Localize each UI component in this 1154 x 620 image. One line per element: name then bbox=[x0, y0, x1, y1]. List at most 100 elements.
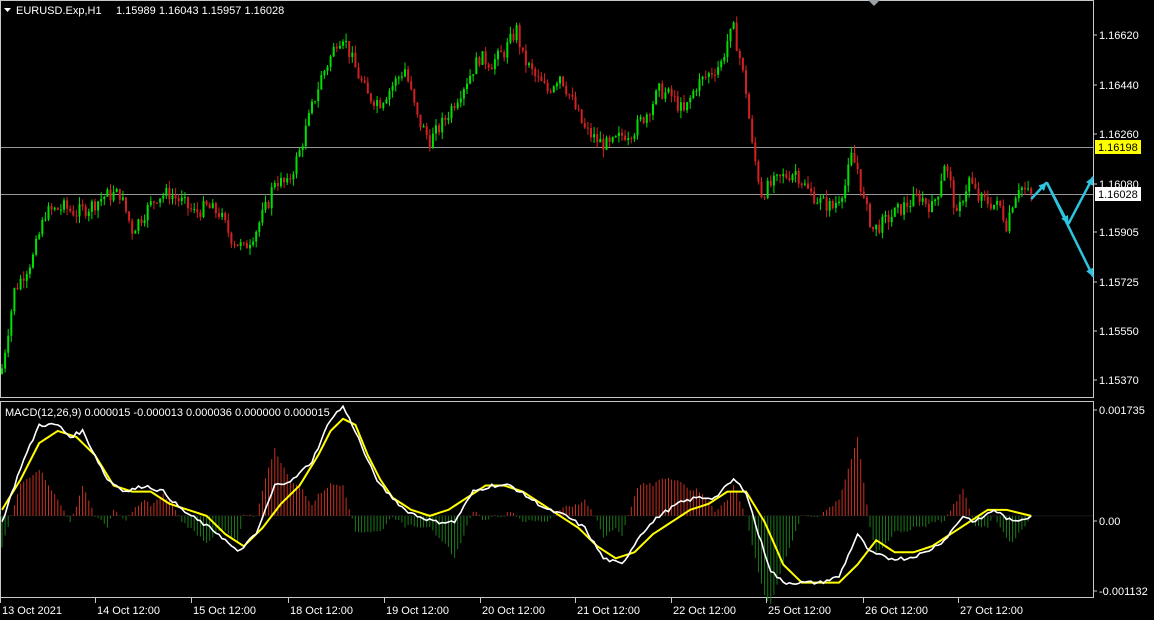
candle-body bbox=[146, 205, 149, 221]
candle-body bbox=[323, 71, 326, 76]
candle-body bbox=[276, 182, 279, 187]
time-tick-label: 20 Oct 12:00 bbox=[482, 605, 545, 617]
candle-body bbox=[807, 183, 809, 189]
candle-body bbox=[407, 69, 410, 82]
candle-body bbox=[283, 177, 286, 183]
candle-body bbox=[760, 181, 763, 198]
candle-body bbox=[887, 214, 890, 223]
candle-body bbox=[831, 201, 834, 208]
candle-body bbox=[224, 212, 227, 221]
candle-body bbox=[782, 174, 785, 177]
candle-body bbox=[565, 86, 568, 95]
candle-body bbox=[614, 136, 617, 138]
candle-body bbox=[968, 177, 971, 192]
candle-body bbox=[670, 88, 673, 97]
candle-body bbox=[652, 104, 654, 116]
candle-body bbox=[385, 99, 388, 104]
candle-body bbox=[779, 174, 782, 177]
candle-body bbox=[416, 102, 419, 115]
candle-body bbox=[314, 101, 317, 103]
candle-body bbox=[53, 207, 56, 210]
candle-body bbox=[382, 103, 385, 109]
candle-body bbox=[667, 88, 670, 93]
candle-body bbox=[974, 183, 977, 189]
candle-body bbox=[965, 191, 968, 202]
time-tick-label: 22 Oct 12:00 bbox=[673, 605, 736, 617]
macd-title: MACD(12,26,9) 0.000015 -0.000013 0.00003… bbox=[5, 407, 330, 419]
candle-body bbox=[927, 203, 930, 213]
candle-body bbox=[249, 244, 251, 249]
candle-body bbox=[810, 188, 813, 192]
candle-body bbox=[422, 126, 425, 128]
candle-body bbox=[763, 197, 766, 199]
candle-body bbox=[1005, 220, 1008, 232]
candle-body bbox=[900, 204, 902, 215]
price-tick-label: 1.16620 bbox=[1099, 30, 1139, 42]
candle-body bbox=[515, 25, 518, 41]
candle-body bbox=[748, 93, 751, 119]
candle-body bbox=[639, 117, 642, 120]
candle-body bbox=[949, 171, 952, 181]
candle-body bbox=[106, 189, 109, 197]
candle-body bbox=[1027, 188, 1030, 190]
candle-body bbox=[707, 73, 710, 77]
candle-body bbox=[717, 67, 720, 75]
candle-body bbox=[19, 278, 22, 290]
candle-body bbox=[549, 91, 552, 93]
candle-body bbox=[593, 134, 596, 138]
candle-body bbox=[875, 224, 878, 230]
candle-body bbox=[152, 201, 155, 203]
candle-body bbox=[388, 90, 391, 100]
candle-body bbox=[137, 219, 140, 231]
candle-body bbox=[958, 201, 961, 212]
candle-body bbox=[295, 156, 298, 175]
candle-body bbox=[289, 178, 292, 180]
candle-body bbox=[311, 101, 313, 113]
candle-body bbox=[1020, 187, 1023, 190]
trading-chart[interactable]: 1.166201.164401.162601.160801.159051.157… bbox=[0, 0, 1154, 620]
candle-body bbox=[13, 288, 16, 312]
candle-body bbox=[816, 202, 819, 204]
candle-body bbox=[273, 182, 276, 188]
candle-body bbox=[794, 171, 797, 175]
candle-body bbox=[258, 222, 261, 232]
candle-body bbox=[698, 79, 701, 91]
candle-body bbox=[286, 178, 289, 183]
candle-body bbox=[162, 195, 165, 199]
time-tick-label: 27 Oct 12:00 bbox=[960, 605, 1023, 617]
candle-body bbox=[149, 201, 152, 206]
candle-body bbox=[366, 82, 369, 94]
ohlc-values: 1.15989 1.16043 1.15957 1.16028 bbox=[116, 5, 284, 17]
candle-body bbox=[955, 207, 958, 212]
candle-body bbox=[4, 352, 7, 369]
candle-body bbox=[140, 219, 143, 224]
candle-body bbox=[400, 76, 403, 78]
candle-body bbox=[50, 206, 53, 210]
candle-body bbox=[940, 180, 943, 197]
candle-body bbox=[648, 114, 651, 116]
candle-body bbox=[704, 76, 707, 78]
candle-body bbox=[410, 81, 413, 90]
candle-body bbox=[862, 191, 865, 198]
candle-body bbox=[168, 187, 171, 200]
candle-body bbox=[921, 198, 924, 202]
candle-body bbox=[10, 311, 13, 336]
candle-body bbox=[320, 75, 323, 90]
candle-body bbox=[813, 191, 816, 204]
candle-body bbox=[187, 197, 189, 209]
candle-body bbox=[723, 56, 726, 62]
candle-body bbox=[180, 197, 183, 201]
candle-body bbox=[413, 89, 416, 103]
candle-body bbox=[803, 183, 806, 185]
candle-body bbox=[267, 201, 270, 209]
candle-body bbox=[772, 175, 775, 186]
price-tick-label: 1.15905 bbox=[1099, 227, 1139, 239]
candle-body bbox=[47, 206, 50, 220]
candle-body bbox=[304, 125, 307, 147]
candle-body bbox=[156, 202, 158, 204]
candle-body bbox=[847, 164, 850, 186]
candle-body bbox=[617, 132, 620, 137]
candle-body bbox=[630, 137, 633, 139]
price-tag-label: 1.16198 bbox=[1098, 142, 1138, 154]
time-tick-label: 19 Oct 12:00 bbox=[386, 605, 449, 617]
